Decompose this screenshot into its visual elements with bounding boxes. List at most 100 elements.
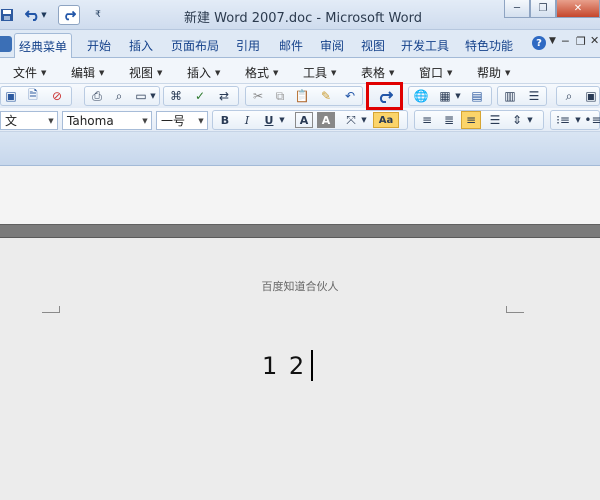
spelling-button[interactable]: ✓	[190, 87, 210, 105]
character-shading-button[interactable]: A	[317, 112, 335, 128]
menu-edit[interactable]: 编辑 ▼	[71, 64, 104, 81]
align-left-icon: ≡	[421, 113, 433, 127]
copy-button[interactable]: ⧉	[270, 87, 290, 105]
numbering-button[interactable]: ⁝≡	[553, 111, 573, 129]
doc-close-icon[interactable]: ✕	[590, 34, 599, 47]
scaling-dropdown[interactable]: ▼	[359, 111, 369, 129]
help-icon[interactable]: ?	[532, 36, 546, 50]
tab-classic-menu[interactable]: 经典菜单	[14, 33, 73, 58]
insert-table-button[interactable]: ▤	[467, 87, 487, 105]
magnifier-icon: ⌕	[115, 88, 123, 103]
font-name-combo[interactable]: Tahoma ▼	[62, 111, 152, 130]
distributed-icon: ☰	[489, 113, 501, 127]
style-value: 文	[5, 114, 18, 128]
chevron-down-icon: ▼	[142, 116, 148, 125]
text-cursor	[311, 350, 313, 381]
standard-toolbar: ▣ 🗎 ⊘ ⎙ ⌕ ▭ ▼ ⌘ ✓ ⇄ ✂ ⧉ 📋 ✎ ↶ 🌐 ▦ ▼ ▤ ▥ …	[0, 84, 600, 108]
borders-dropdown[interactable]: ▼	[453, 87, 463, 105]
cut-button[interactable]: ✂	[248, 87, 268, 105]
tab-developer[interactable]: 开发工具	[397, 35, 453, 55]
menu-insert[interactable]: 插入 ▼	[187, 64, 220, 81]
change-case-button[interactable]: Aa	[373, 112, 399, 128]
bold-button[interactable]: B	[215, 111, 235, 129]
toolbar-group-clipboard: ✂ ⧉ 📋 ✎ ↶	[245, 86, 363, 106]
font-size-combo[interactable]: 一号 ▼	[156, 111, 208, 130]
save-button[interactable]: ▣	[1, 87, 21, 105]
align-justify-button[interactable]: ≡	[461, 111, 481, 129]
menu-help[interactable]: 帮助 ▼	[477, 64, 510, 81]
doc-restore-icon[interactable]: ❐	[576, 35, 586, 48]
close-icon: ✕	[573, 3, 583, 14]
paste-button[interactable]: 📋	[292, 87, 312, 105]
align-center-button[interactable]: ≣	[439, 111, 459, 129]
character-border-button[interactable]: A	[295, 112, 313, 128]
tab-mailings[interactable]: 邮件	[275, 35, 307, 55]
underline-button[interactable]: U	[259, 111, 279, 129]
menu-window-label: 窗口	[419, 66, 444, 80]
line-spacing-icon: ⇕	[511, 113, 523, 127]
drawing-button[interactable]: ☰	[524, 87, 544, 105]
tab-insert[interactable]: 插入	[125, 35, 157, 55]
line-spacing-button[interactable]: ⇕	[507, 111, 527, 129]
underline-dropdown[interactable]: ▼	[277, 111, 287, 129]
tab-references[interactable]: 引用	[232, 35, 264, 55]
toolbar-group-print: ⎙ ⌕ ▭ ▼	[84, 86, 160, 106]
restore-button[interactable]: ❐	[530, 0, 556, 18]
office-button[interactable]	[0, 36, 12, 52]
scissors-icon: ✂	[252, 89, 264, 103]
menu-tools[interactable]: 工具 ▼	[303, 64, 336, 81]
italic-button[interactable]: I	[237, 111, 257, 129]
format-painter-button[interactable]: ✎	[316, 87, 336, 105]
tab-home[interactable]: 开始	[83, 35, 115, 55]
print-button[interactable]: ⎙	[87, 87, 107, 105]
thumbnails-button[interactable]: ▣	[581, 87, 600, 105]
tab-special-features[interactable]: 特色功能	[461, 35, 517, 55]
menu-format[interactable]: 格式 ▼	[245, 64, 278, 81]
ribbon-tab-bar: 经典菜单 开始 插入 页面布局 引用 邮件 审阅 视图 开发工具 特色功能 ? …	[0, 30, 600, 58]
chevron-down-icon: ▼	[215, 68, 221, 77]
line-spacing-dropdown[interactable]: ▼	[525, 111, 535, 129]
menu-window[interactable]: 窗口 ▼	[419, 64, 452, 81]
menu-edit-label: 编辑	[71, 66, 96, 80]
chevron-down-icon: ▼	[389, 68, 395, 77]
distributed-button[interactable]: ☰	[485, 111, 505, 129]
close-button[interactable]: ✕	[556, 0, 600, 18]
align-left-button[interactable]: ≡	[417, 111, 437, 129]
font-size-value: 一号	[161, 114, 186, 128]
permission-button[interactable]: ⊘	[47, 87, 67, 105]
doc-minimize-icon[interactable]: ─	[562, 35, 569, 48]
menu-view[interactable]: 视图 ▼	[129, 64, 162, 81]
print-preview-button[interactable]: ⌕	[109, 87, 129, 105]
formatting-toolbar: 文 ▼ Tahoma ▼ 一号 ▼ B I U ▼ A A ⤧ ▼ Aa ≡ ≣…	[0, 108, 600, 132]
window-controls: ─ ❐ ✕	[504, 0, 600, 18]
tab-page-layout[interactable]: 页面布局	[167, 35, 223, 55]
menu-table-label: 表格	[361, 66, 386, 80]
columns-button[interactable]: ▥	[500, 87, 520, 105]
help-dropdown-icon[interactable]: ▼	[549, 36, 556, 46]
borders-button[interactable]: ▦	[435, 87, 455, 105]
tab-view[interactable]: 视图	[357, 35, 389, 55]
chevron-down-icon: ▼	[505, 68, 511, 77]
menu-table[interactable]: 表格 ▼	[361, 64, 394, 81]
save-icon: ▣	[5, 89, 17, 103]
tab-review[interactable]: 审阅	[316, 35, 348, 55]
document-body-text[interactable]: 1 2	[262, 352, 306, 380]
undo-button[interactable]: ↶	[340, 87, 360, 105]
page-view-dropdown[interactable]: ▼	[147, 87, 159, 105]
minimize-button[interactable]: ─	[504, 0, 530, 18]
toolbar-group-paragraph: ≡ ≣ ≡ ☰ ⇕ ▼	[414, 110, 544, 130]
chevron-down-icon: ▼	[198, 116, 204, 125]
bullets-button[interactable]: •≡	[583, 111, 600, 129]
style-combo[interactable]: 文 ▼	[0, 111, 58, 130]
translate-button[interactable]: ⇄	[214, 87, 234, 105]
bullet-list-icon: •≡	[584, 113, 600, 127]
change-case-label: Aa	[378, 114, 394, 126]
hyperlink-button[interactable]: 🌐	[411, 87, 431, 105]
numbering-dropdown[interactable]: ▼	[573, 111, 583, 129]
menu-file[interactable]: 文件 ▼	[13, 64, 46, 81]
save-as-button[interactable]: 🗎	[23, 87, 43, 105]
character-scaling-button[interactable]: ⤧	[341, 111, 361, 129]
research-button[interactable]: ⌘	[166, 87, 186, 105]
document-map-button[interactable]: ⌕	[559, 87, 579, 105]
chevron-down-icon: ▼	[273, 68, 279, 77]
